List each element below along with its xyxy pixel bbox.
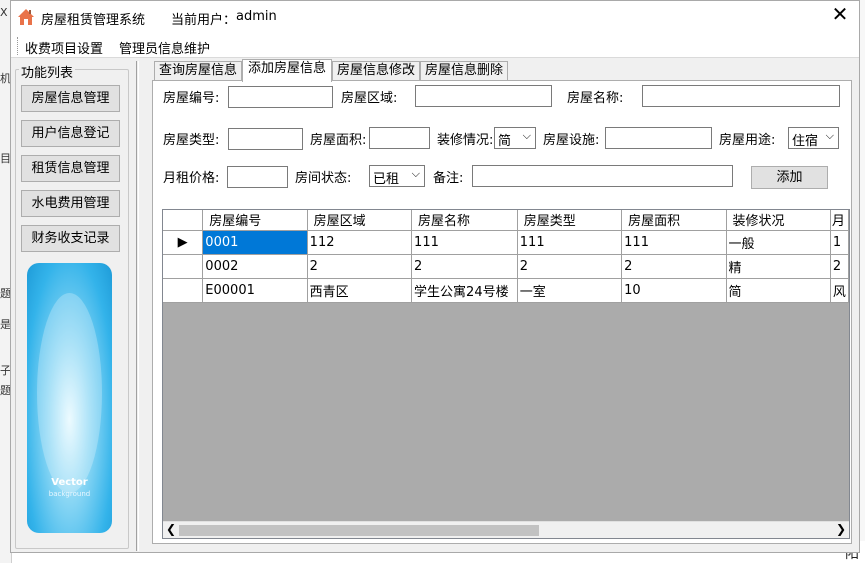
chevron-down-icon: ⌵ — [522, 129, 531, 142]
table-cell[interactable]: 111 — [411, 230, 518, 255]
row-header[interactable] — [163, 254, 204, 279]
tab-query-house[interactable]: 查询房屋信息 — [154, 61, 242, 81]
table-cell[interactable]: 西青区 — [307, 278, 413, 303]
table-cell[interactable]: 一室 — [517, 278, 623, 303]
bg-fragment: X — [0, 6, 8, 19]
scroll-left-icon[interactable]: ❮ — [166, 522, 176, 536]
grid-corner-header — [163, 210, 204, 231]
note-input[interactable] — [472, 165, 733, 187]
table-cell[interactable]: 10 — [621, 278, 727, 303]
table-cell[interactable]: 111 — [621, 230, 727, 255]
room-status-label: 房间状态: — [295, 171, 352, 186]
scrollbar-thumb[interactable] — [179, 525, 539, 536]
menu-item-admin-info[interactable]: 管理员信息维护 — [119, 38, 210, 57]
rent-price-label: 月租价格: — [163, 171, 220, 186]
add-button[interactable]: 添加 — [751, 166, 828, 189]
area-label: 房屋区域: — [341, 91, 398, 106]
table-cell[interactable]: 1 — [830, 230, 849, 255]
table-cell[interactable]: 0001 — [202, 230, 308, 255]
column-header[interactable]: 房屋类型 — [517, 210, 623, 231]
decorative-image: Vector background — [27, 263, 112, 533]
table-cell[interactable]: 2 — [307, 254, 413, 279]
function-list-title: 功能列表 — [19, 62, 76, 81]
table-cell[interactable]: E00001 — [202, 278, 308, 303]
house-name-label: 房屋名称: — [567, 91, 624, 106]
scroll-right-icon[interactable]: ❯ — [836, 522, 846, 536]
row-header[interactable] — [163, 278, 204, 303]
chevron-down-icon: ⌵ — [411, 167, 420, 180]
utility-fee-button[interactable]: 水电费用管理 — [21, 190, 120, 217]
table-row[interactable]: 0002 2 2 2 2 精 2 — [163, 254, 849, 279]
table-cell[interactable]: 2 — [830, 254, 849, 279]
house-use-label: 房屋用途: — [719, 133, 776, 148]
house-use-value: 住宿 — [792, 134, 819, 149]
note-label: 备注: — [433, 171, 464, 186]
table-cell[interactable]: 学生公寓24号楼 — [411, 278, 518, 303]
tab-add-house[interactable]: 添加房屋信息 — [242, 59, 332, 82]
column-header[interactable]: 装修状况 — [726, 210, 831, 231]
table-cell[interactable]: 风 — [830, 278, 849, 303]
menu-bar: 收费项目设置 管理员信息维护 — [11, 34, 859, 58]
finance-record-button[interactable]: 财务收支记录 — [21, 225, 120, 252]
house-type-label: 房屋类型: — [163, 133, 220, 148]
menu-item-fee-settings[interactable]: 收费项目设置 — [25, 38, 103, 57]
table-cell[interactable]: 一般 — [726, 230, 831, 255]
tab-page-add-house: 房屋编号: 房屋区域: 房屋名称: 房屋类型: 房屋面积: 装修情况: 简 ⌵ … — [152, 80, 852, 544]
grid-header-row: 房屋编号 房屋区域 房屋名称 房屋类型 房屋面积 装修状况 月 — [163, 210, 849, 231]
table-row[interactable]: E00001 西青区 学生公寓24号楼 一室 10 简 风 — [163, 278, 849, 303]
window-title: 房屋租赁管理系统 — [41, 13, 146, 28]
house-data-grid: 房屋编号 房屋区域 房屋名称 房屋类型 房屋面积 装修状况 月 ▶ 0001 1… — [162, 209, 850, 539]
facility-input[interactable] — [605, 127, 712, 149]
area-input[interactable] — [415, 85, 552, 107]
user-register-button[interactable]: 用户信息登记 — [21, 120, 120, 147]
house-use-select[interactable]: 住宿 ⌵ — [788, 127, 839, 149]
current-row-indicator[interactable]: ▶ — [163, 230, 204, 255]
menu-grip — [17, 37, 19, 55]
table-cell[interactable]: 精 — [726, 254, 831, 279]
house-icon — [17, 8, 35, 26]
table-cell[interactable]: 2 — [621, 254, 727, 279]
column-header[interactable]: 房屋编号 — [202, 210, 308, 231]
decoration-value: 简 — [498, 134, 512, 149]
current-user-label: 当前用户： — [171, 13, 237, 28]
house-info-button[interactable]: 房屋信息管理 — [21, 85, 120, 112]
house-type-input[interactable] — [228, 128, 303, 150]
house-name-input[interactable] — [642, 85, 840, 107]
rent-price-input[interactable] — [227, 166, 288, 188]
table-cell[interactable]: 2 — [517, 254, 623, 279]
current-user-name: admin — [236, 9, 277, 24]
table-cell[interactable]: 112 — [307, 230, 413, 255]
main-window: 房屋租赁管理系统 当前用户： admin ✕ 收费项目设置 管理员信息维护 功能… — [10, 0, 860, 553]
tab-delete-house[interactable]: 房屋信息删除 — [420, 61, 508, 81]
decoration-select[interactable]: 简 ⌵ — [494, 127, 536, 149]
image-text: Vector — [51, 477, 88, 488]
table-cell[interactable]: 0002 — [202, 254, 308, 279]
house-size-input[interactable] — [369, 127, 430, 149]
column-header[interactable]: 房屋区域 — [307, 210, 413, 231]
horizontal-scrollbar[interactable]: ❮ ❯ — [163, 521, 849, 538]
lease-info-button[interactable]: 租赁信息管理 — [21, 155, 120, 182]
image-subtext: background — [48, 490, 91, 498]
splitter[interactable] — [136, 61, 139, 551]
house-size-label: 房屋面积: — [310, 133, 367, 148]
table-cell[interactable]: 111 — [517, 230, 623, 255]
decoration-label: 装修情况: — [437, 133, 494, 148]
room-status-value: 已租 — [373, 172, 400, 187]
house-no-label: 房屋编号: — [163, 91, 220, 106]
table-cell[interactable]: 2 — [411, 254, 518, 279]
close-icon[interactable]: ✕ — [825, 3, 855, 27]
house-no-input[interactable] — [228, 86, 333, 108]
image-glow — [37, 293, 102, 493]
column-header[interactable]: 房屋名称 — [411, 210, 518, 231]
tab-edit-house[interactable]: 房屋信息修改 — [332, 61, 420, 81]
title-bar: 房屋租赁管理系统 当前用户： admin ✕ — [11, 1, 859, 34]
column-header[interactable]: 月 — [830, 210, 849, 231]
facility-label: 房屋设施: — [543, 133, 600, 148]
column-header[interactable]: 房屋面积 — [621, 210, 727, 231]
room-status-select[interactable]: 已租 ⌵ — [369, 165, 425, 187]
table-cell[interactable]: 简 — [726, 278, 831, 303]
chevron-down-icon: ⌵ — [825, 129, 834, 142]
table-row[interactable]: ▶ 0001 112 111 111 111 一般 1 — [163, 230, 849, 255]
